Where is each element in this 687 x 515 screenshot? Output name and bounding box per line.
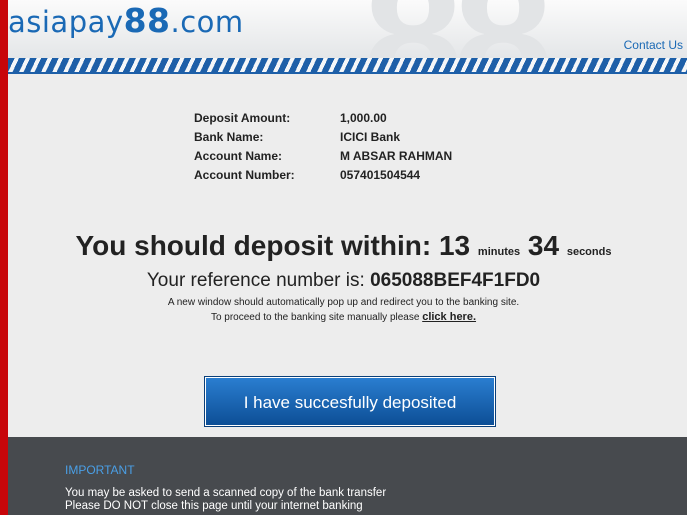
table-row: Account Number: 057401504544 bbox=[194, 165, 452, 184]
table-row: Bank Name: ICICI Bank bbox=[194, 127, 452, 146]
header-stripe-divider bbox=[8, 58, 687, 74]
account-number-label: Account Number: bbox=[194, 167, 295, 182]
deposit-amount-value: 1,000.00 bbox=[340, 110, 387, 125]
redirect-info-line2: To proceed to the banking site manually … bbox=[8, 310, 687, 325]
table-row: Account Name: M ABSAR RAHMAN bbox=[194, 146, 452, 165]
countdown-minutes-label: minutes bbox=[477, 246, 521, 258]
reference-number: Your reference number is: 065088BEF4F1FD… bbox=[8, 270, 687, 292]
contact-us-link[interactable]: Contact Us bbox=[624, 38, 683, 52]
deposit-details-table: Deposit Amount: 1,000.00 Bank Name: ICIC… bbox=[194, 108, 452, 184]
header-watermark: 88 bbox=[363, 0, 553, 58]
confirm-deposit-button[interactable]: I have succesfully deposited bbox=[204, 376, 496, 427]
table-row: Deposit Amount: 1,000.00 bbox=[194, 108, 452, 127]
countdown-minutes: 13 bbox=[438, 230, 471, 261]
reference-code: 065088BEF4F1FD0 bbox=[370, 270, 541, 291]
countdown-seconds: 34 bbox=[527, 230, 560, 261]
important-note-line1: You may be asked to send a scanned copy … bbox=[65, 487, 387, 499]
deposit-amount-label: Deposit Amount: bbox=[194, 110, 291, 125]
footer: IMPORTANT You may be asked to send a sca… bbox=[8, 437, 687, 515]
page: 88 asiapay88.com Contact Us Deposit Amou… bbox=[8, 0, 687, 515]
account-number-value: 057401504544 bbox=[340, 167, 421, 182]
bank-name-value: ICICI Bank bbox=[340, 129, 401, 144]
countdown-prefix: You should deposit within: bbox=[75, 230, 432, 261]
countdown-seconds-label: seconds bbox=[566, 246, 612, 258]
click-here-link[interactable]: click here. bbox=[422, 311, 476, 323]
important-heading: IMPORTANT bbox=[65, 463, 135, 477]
reference-prefix: Your reference number is: bbox=[146, 270, 365, 291]
redirect-info-line1: A new window should automatically pop up… bbox=[167, 297, 520, 308]
deposit-countdown: You should deposit within: 13 minutes 34… bbox=[8, 230, 687, 262]
redirect-info: A new window should automatically pop up… bbox=[8, 295, 687, 325]
logo-text: asiapay bbox=[8, 5, 124, 39]
important-note: You may be asked to send a scanned copy … bbox=[65, 487, 386, 513]
account-name-value: M ABSAR RAHMAN bbox=[340, 148, 453, 163]
redirect-info-text: To proceed to the banking site manually … bbox=[210, 312, 420, 323]
logo-number: 88 bbox=[123, 1, 171, 40]
bank-name-label: Bank Name: bbox=[194, 129, 264, 144]
header: 88 asiapay88.com Contact Us bbox=[8, 0, 687, 58]
site-logo[interactable]: asiapay88.com bbox=[8, 1, 244, 40]
important-note-line2: Please DO NOT close this page until your… bbox=[65, 500, 363, 512]
account-name-label: Account Name: bbox=[194, 148, 283, 163]
logo-suffix: .com bbox=[170, 5, 244, 39]
